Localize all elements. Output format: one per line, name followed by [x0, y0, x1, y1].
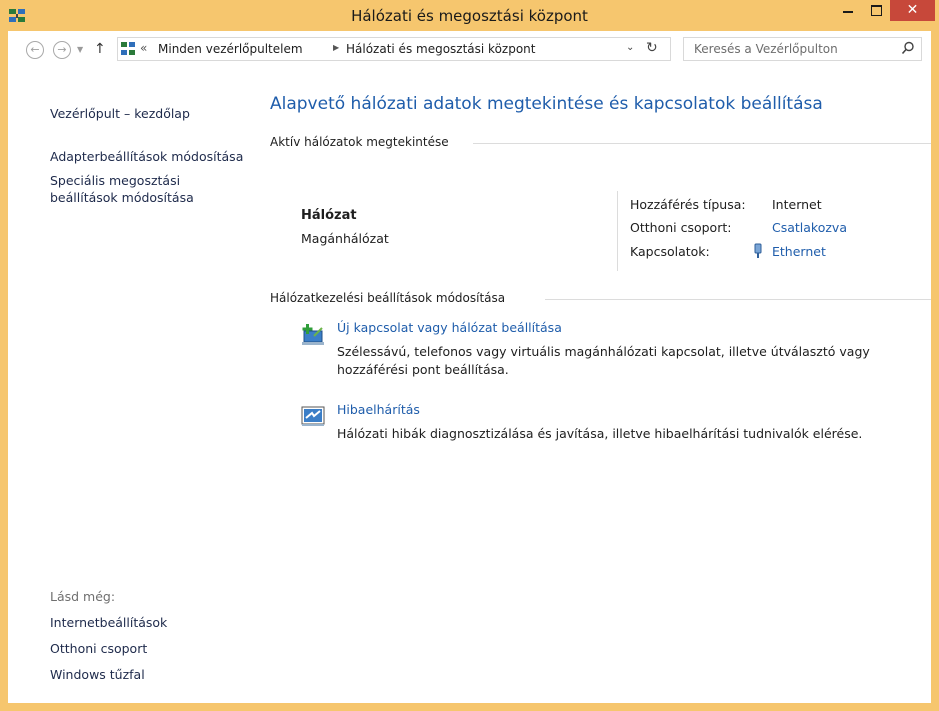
- sidebar-item-home[interactable]: Vezérlőpult – kezdőlap: [50, 106, 190, 121]
- task-description-line: Szélessávú, telefonos vagy virtuális mag…: [337, 344, 870, 359]
- recent-locations-dropdown[interactable]: ▼: [77, 41, 83, 59]
- sidebar-item-internet-options[interactable]: Internetbeállítások: [50, 615, 167, 630]
- see-also-heading: Lásd még:: [50, 589, 116, 604]
- breadcrumb-current[interactable]: Hálózati és megosztási központ: [346, 42, 535, 56]
- refresh-icon[interactable]: ↻: [646, 40, 658, 56]
- sidebar-item-adapter-settings[interactable]: Adapterbeállítások módosítása: [50, 149, 243, 164]
- page-title: Alapvető hálózati adatok megtekintése és…: [270, 94, 823, 114]
- minimize-icon: [843, 11, 853, 13]
- network-name: Hálózat: [301, 208, 357, 223]
- title-bar[interactable]: Hálózati és megosztási központ ✕: [0, 0, 939, 32]
- troubleshoot-link[interactable]: Hibaelhárítás: [337, 402, 420, 417]
- change-settings-header: Hálózatkezelési beállítások módosítása: [270, 291, 506, 305]
- access-type-value: Internet: [772, 197, 822, 212]
- main-content: Alapvető hálózati adatok megtekintése és…: [270, 69, 931, 703]
- sidebar-item-label: beállítások módosítása: [50, 190, 194, 205]
- close-button[interactable]: ✕: [890, 0, 935, 21]
- sidebar-item-advanced-sharing[interactable]: Speciális megosztási beállítások módosít…: [50, 172, 194, 206]
- access-type-label: Hozzáférés típusa:: [630, 197, 746, 212]
- breadcrumb-all-items[interactable]: Minden vezérlőpultelem: [158, 42, 303, 56]
- address-dropdown-icon[interactable]: ⌄: [626, 42, 634, 53]
- troubleshoot-description: Hálózati hibák diagnosztizálása és javít…: [337, 425, 897, 443]
- sidebar-item-homegroup[interactable]: Otthoni csoport: [50, 641, 147, 656]
- search-box[interactable]: [683, 37, 922, 61]
- task-description-line: hozzáférési pont beállítása.: [337, 362, 509, 377]
- homegroup-label: Otthoni csoport:: [630, 220, 732, 235]
- minimize-button[interactable]: [835, 0, 861, 22]
- breadcrumb-overflow[interactable]: «: [140, 41, 147, 55]
- sidebar-item-label: Speciális megosztási: [50, 173, 181, 188]
- network-divider: [617, 191, 618, 271]
- active-networks-header: Aktív hálózatok megtekintése: [270, 135, 449, 149]
- new-connection-description: Szélessávú, telefonos vagy virtuális mag…: [337, 343, 897, 379]
- task-description-line: Hálózati hibák diagnosztizálása és javít…: [337, 426, 863, 441]
- window-title: Hálózati és megosztási központ: [351, 7, 588, 25]
- sidebar: Vezérlőpult – kezdőlap Adapterbeállításo…: [8, 69, 258, 703]
- section-divider: [545, 299, 931, 300]
- address-bar-row: ← → ▼ ↑ « Minden vezérlőpultelem ▶ Hálóz…: [8, 31, 931, 69]
- new-connection-link[interactable]: Új kapcsolat vagy hálózat beállítása: [337, 320, 562, 335]
- window: Hálózati és megosztási központ ✕ ← → ▼ ↑…: [0, 0, 939, 711]
- search-input[interactable]: [684, 38, 894, 60]
- new-connection-icon: [302, 324, 324, 345]
- forward-arrow-icon[interactable]: →: [53, 41, 71, 59]
- troubleshoot-icon: [301, 406, 325, 426]
- address-bar[interactable]: « Minden vezérlőpultelem ▶ Hálózati és m…: [117, 37, 671, 61]
- ethernet-connection-link[interactable]: Ethernet: [772, 244, 826, 259]
- client-area: ← → ▼ ↑ « Minden vezérlőpultelem ▶ Hálóz…: [8, 31, 931, 703]
- connections-label: Kapcsolatok:: [630, 244, 710, 259]
- homegroup-link[interactable]: Csatlakozva: [772, 220, 847, 235]
- search-icon[interactable]: [901, 41, 915, 55]
- network-center-icon: [121, 42, 135, 55]
- back-arrow-icon[interactable]: ←: [26, 41, 44, 59]
- section-divider: [473, 143, 931, 144]
- maximize-button[interactable]: [863, 0, 889, 22]
- sidebar-item-windows-firewall[interactable]: Windows tűzfal: [50, 667, 145, 682]
- up-arrow-icon[interactable]: ↑: [94, 39, 106, 59]
- network-profile: Magánhálózat: [301, 231, 389, 246]
- ethernet-icon: [754, 243, 762, 258]
- maximize-icon: [871, 5, 882, 16]
- breadcrumb-separator-icon[interactable]: ▶: [333, 43, 339, 52]
